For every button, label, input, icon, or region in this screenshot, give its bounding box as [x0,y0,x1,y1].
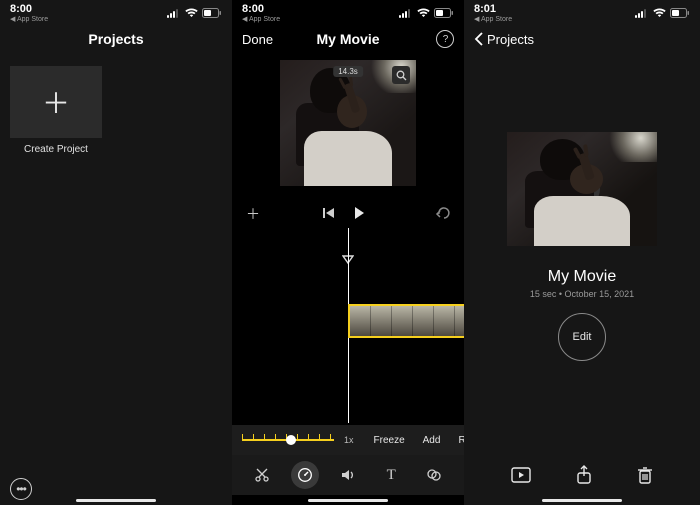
speed-controls: 1x Freeze Add Reset [232,425,464,455]
plus-icon: ＋ [42,82,70,122]
project-detail-screen: 8:01 ◀ App Store Projects [464,0,700,505]
projects-title: Projects [0,31,232,47]
play-library-button[interactable] [511,467,531,483]
play-library-icon [511,467,531,483]
editor-tab-bar: T [232,455,464,495]
status-time: 8:00 [10,4,48,15]
share-button[interactable] [576,465,592,485]
status-indicators [635,4,690,22]
projects-header: Projects [0,22,232,56]
detail-action-bar [464,455,700,495]
cellular-icon [399,9,413,18]
status-time: 8:00 [242,4,280,15]
create-project-label: Create Project [24,144,88,155]
speed-icon [297,467,313,483]
home-indicator[interactable] [76,499,156,502]
preview-timecode: 14.3s [333,66,363,77]
skip-back-icon [322,207,336,219]
wifi-icon [185,8,198,18]
add-button[interactable]: Add [423,435,441,446]
speed-value: 1x [344,435,354,445]
timeline-clip[interactable] [348,304,464,338]
filters-icon [426,467,442,483]
undo-button[interactable] [432,206,454,222]
detail-header: Projects [464,22,700,56]
status-indicators [167,4,222,22]
cellular-icon [635,9,649,18]
cellular-icon [167,9,181,18]
speed-slider[interactable] [242,431,334,449]
edit-button[interactable]: Edit [558,313,606,361]
freeze-button[interactable]: Freeze [374,435,405,446]
tab-filters[interactable] [420,461,448,489]
help-icon: ? [443,34,448,45]
share-icon [576,465,592,485]
tab-speed[interactable] [291,461,319,489]
wifi-icon [653,8,666,18]
editor-header: Done My Movie ? [232,22,464,56]
zoom-icon [396,70,407,81]
speed-slider-knob[interactable] [286,435,296,445]
project-thumbnail[interactable] [507,132,657,246]
create-project-tile[interactable]: ＋ Create Project [10,66,102,155]
skip-back-button[interactable] [318,206,340,222]
more-button[interactable]: ••• [10,478,32,500]
projects-screen: 8:00 ◀ App Store Projects ＋ Create Proje… [0,0,232,505]
chevron-left-icon [474,32,483,46]
timeline[interactable] [232,228,464,423]
wifi-icon [417,8,430,18]
tab-text[interactable]: T [377,461,405,489]
zoom-button[interactable] [392,66,410,84]
battery-icon [670,8,690,18]
project-meta: 15 sec • October 15, 2021 [530,289,634,299]
add-media-icon: ＋ [246,206,260,222]
done-button[interactable]: Done [242,32,273,47]
text-icon: T [387,467,396,484]
tab-cut[interactable] [248,461,276,489]
back-button[interactable]: Projects [474,32,534,47]
edit-label: Edit [573,331,592,343]
home-indicator[interactable] [308,499,388,502]
back-label: Projects [487,32,534,47]
editor-screen: 8:00 ◀ App Store Done My Movie ? [232,0,464,505]
project-title: My Movie [548,268,616,286]
battery-icon [434,8,454,18]
battery-icon [202,8,222,18]
undo-icon [435,207,451,219]
delete-button[interactable] [637,466,653,484]
scissors-icon [254,467,270,483]
more-icon: ••• [16,482,26,496]
play-icon [352,206,366,220]
trash-icon [637,466,653,484]
home-indicator[interactable] [542,499,622,502]
thumbnail-image [507,132,657,246]
status-bar: 8:00 ◀ App Store [0,0,232,22]
status-indicators [399,4,454,22]
add-media-button[interactable]: ＋ [242,204,264,224]
status-bar: 8:01 ◀ App Store [464,0,700,22]
volume-icon [340,467,356,483]
video-preview[interactable]: 14.3s [232,56,464,196]
transport-toolbar: ＋ [232,200,464,228]
help-button[interactable]: ? [436,30,454,48]
status-bar: 8:00 ◀ App Store [232,0,464,22]
play-button[interactable] [348,206,370,223]
tab-volume[interactable] [334,461,362,489]
status-time: 8:01 [474,4,512,15]
